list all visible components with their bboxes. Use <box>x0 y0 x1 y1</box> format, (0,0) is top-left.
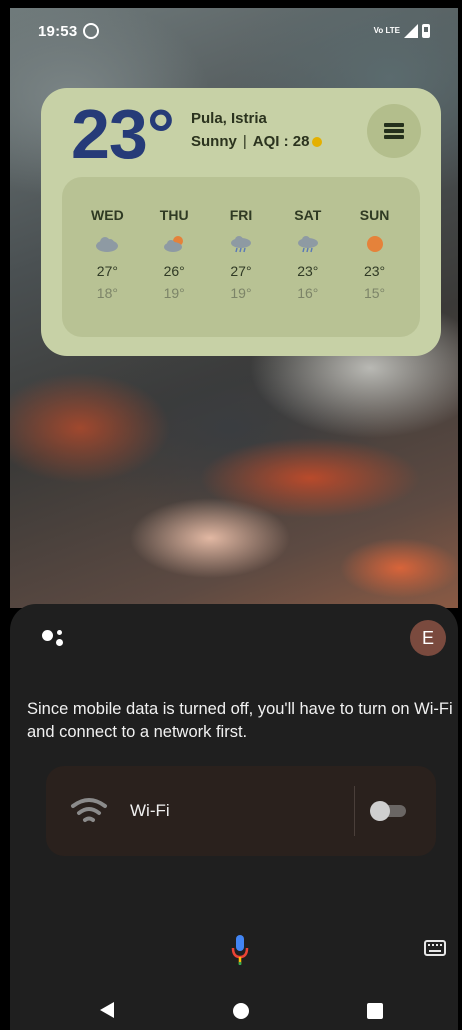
partly-cloudy-icon <box>164 236 184 252</box>
forecast-panel: WED 27° 18° THU 26° 19° FRI 27° 19° SAT … <box>62 177 420 337</box>
forecast-high: 27° <box>96 263 118 279</box>
toggle-thumb <box>370 801 390 821</box>
battery-icon <box>422 24 430 38</box>
location-block: Pula, Istria Sunny | AQI : 28 <box>191 110 323 150</box>
condition-text: Sunny <box>191 133 237 150</box>
forecast-day: SAT 23° 16° <box>278 177 338 337</box>
forecast-day-name: FRI <box>229 207 253 223</box>
back-icon[interactable] <box>100 1002 114 1018</box>
wifi-card[interactable]: Wi-Fi <box>46 766 436 856</box>
forecast-low: 18° <box>96 285 118 301</box>
forecast-day-name: WED <box>91 207 124 223</box>
home-icon[interactable] <box>233 1003 249 1019</box>
divider <box>354 786 355 836</box>
forecast-day-name: SAT <box>294 207 322 223</box>
forecast-high: 26° <box>163 263 185 279</box>
forecast-day-name: THU <box>159 207 189 223</box>
keyboard-icon[interactable] <box>424 940 446 956</box>
forecast-low: 19° <box>163 285 185 301</box>
location-name: Pula, Istria <box>191 110 267 127</box>
status-icons: Vo LTE <box>374 24 430 38</box>
assistant-message: Since mobile data is turned off, you'll … <box>27 700 453 741</box>
widget-menu-button[interactable] <box>367 104 421 158</box>
whatsapp-icon <box>83 23 100 39</box>
rain-icon <box>230 236 251 253</box>
forecast-day-name: SUN <box>359 207 390 223</box>
rain-icon <box>297 236 318 253</box>
forecast-high: 23° <box>297 263 319 279</box>
forecast-low: 19° <box>230 285 252 301</box>
signal-icon <box>404 24 418 38</box>
current-temperature: 23° <box>71 95 175 173</box>
condition-row: Sunny | AQI : 28 <box>191 133 323 150</box>
forecast-day: SUN 23° 15° <box>345 177 405 337</box>
weather-widget[interactable]: 23° Pula, Istria Sunny | AQI : 28 WED 27… <box>41 88 441 356</box>
forecast-day: WED 27° 18° <box>77 177 137 337</box>
sunny-icon <box>366 236 383 252</box>
status-bar: 19:53 Vo LTE <box>10 8 458 54</box>
forecast-low: 15° <box>363 285 386 301</box>
aqi-indicator-dot <box>312 136 323 147</box>
forecast-high: 27° <box>230 263 252 279</box>
recents-icon[interactable] <box>367 1003 383 1019</box>
mic-icon[interactable] <box>231 934 249 966</box>
condition-separator: | <box>242 133 247 150</box>
status-time: 19:53 <box>38 22 78 40</box>
aqi-text: AQI : 28 <box>252 133 310 150</box>
wifi-toggle[interactable] <box>370 801 408 821</box>
forecast-low: 16° <box>297 285 319 301</box>
forecast-day: THU 26° 19° <box>144 177 204 337</box>
google-assistant-logo-icon <box>40 626 70 652</box>
volte-indicator: Vo LTE <box>373 26 400 35</box>
forecast-high: 23° <box>363 263 386 279</box>
cloudy-icon <box>96 237 119 252</box>
wifi-label: Wi-Fi <box>130 801 170 820</box>
menu-icon <box>384 123 404 139</box>
assistant-panel: E Since mobile data is turned off, you'l… <box>10 604 458 1030</box>
avatar[interactable]: E <box>410 620 446 656</box>
wifi-icon <box>71 798 107 822</box>
forecast-day: FRI 27° 19° <box>211 177 271 337</box>
